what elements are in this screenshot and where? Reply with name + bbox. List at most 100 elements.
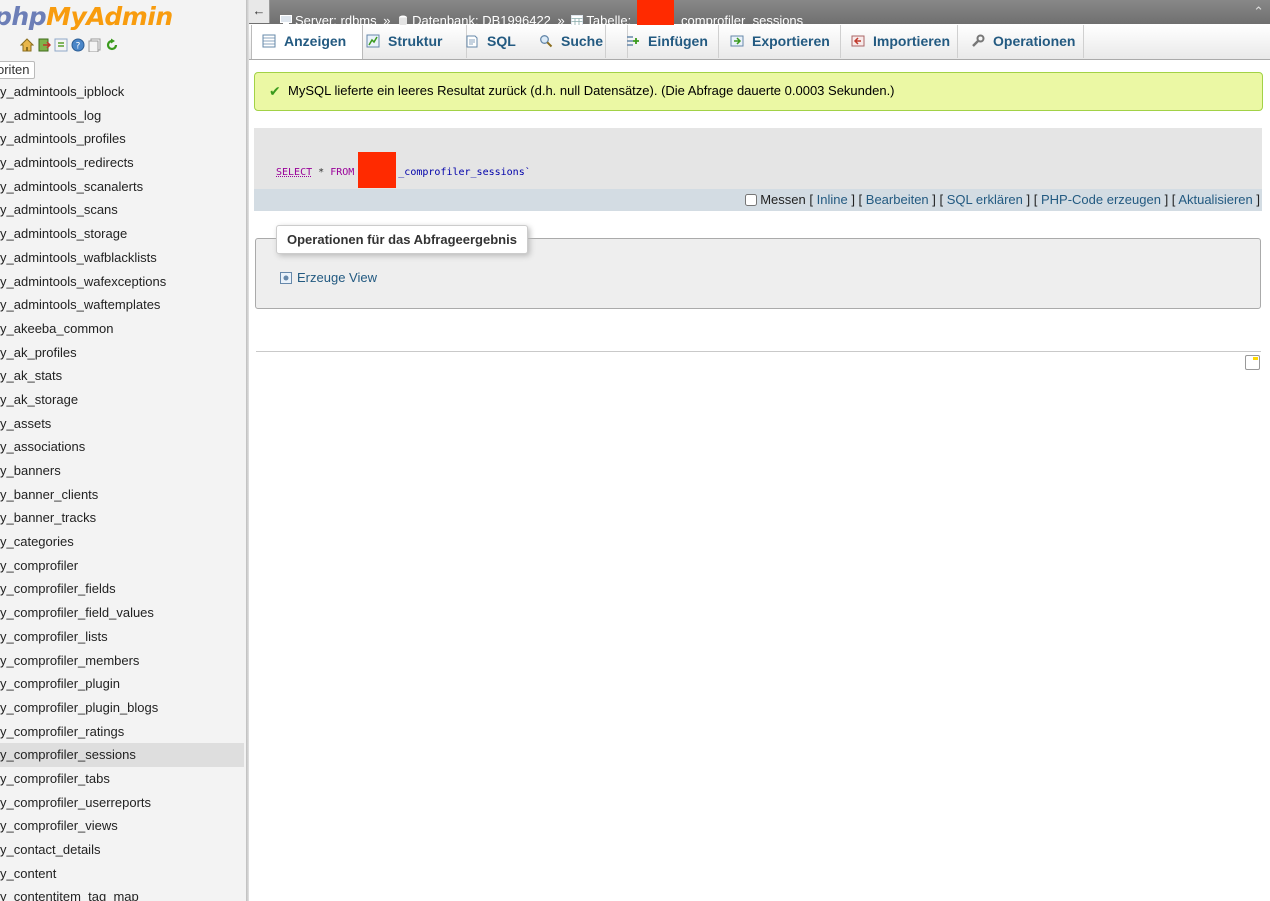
logout-icon[interactable] bbox=[37, 38, 51, 52]
logo-admin: Admin bbox=[86, 2, 173, 31]
nav-table-item[interactable]: y_admintools_wafexceptions bbox=[0, 270, 244, 294]
phpmyadmin-logo[interactable]: phpMyAdmin bbox=[0, 2, 173, 31]
inline-edit-link[interactable]: Inline bbox=[817, 192, 848, 207]
nav-table-item[interactable]: y_ak_stats bbox=[0, 364, 244, 388]
nav-table-item[interactable]: y_admintools_waftemplates bbox=[0, 293, 244, 317]
search-icon bbox=[540, 35, 553, 48]
nav-table-item[interactable]: y_ak_profiles bbox=[0, 341, 244, 365]
nav-table-item[interactable]: y_categories bbox=[0, 530, 244, 554]
bracket: ] [ bbox=[1026, 192, 1038, 207]
tab-search[interactable]: Suche bbox=[525, 25, 628, 58]
reload-icon[interactable] bbox=[105, 38, 119, 52]
nav-table-item[interactable]: y_admintools_redirects bbox=[0, 151, 244, 175]
nav-table-item[interactable]: y_comprofiler_plugin_blogs bbox=[0, 696, 244, 720]
nav-resizer[interactable] bbox=[246, 0, 249, 901]
nav-table-item[interactable]: y_comprofiler_plugin bbox=[0, 672, 244, 696]
docs-icon[interactable] bbox=[88, 38, 102, 52]
bracket: ] [ bbox=[932, 192, 944, 207]
tab-import[interactable]: Importieren bbox=[839, 25, 958, 58]
edit-query-link[interactable]: Bearbeiten bbox=[866, 192, 929, 207]
nav-table-item[interactable]: y_admintools_log bbox=[0, 104, 244, 128]
tab-label: Suche bbox=[561, 33, 604, 49]
tab-label: Einfügen bbox=[648, 33, 708, 49]
nav-table-item[interactable]: y_comprofiler bbox=[0, 554, 244, 578]
nav-table-item[interactable]: y_banner_clients bbox=[0, 483, 244, 507]
logo-my: My bbox=[46, 2, 87, 31]
favorites-button[interactable]: oriten bbox=[0, 61, 35, 79]
tab-label: SQL bbox=[487, 33, 516, 49]
console-icon[interactable] bbox=[1245, 355, 1260, 370]
collapse-topbar-icon[interactable]: ⌃ bbox=[1253, 4, 1264, 20]
nav-table-item[interactable]: y_contentitem_tag_map bbox=[0, 885, 244, 901]
nav-table-item[interactable]: y_comprofiler_field_values bbox=[0, 601, 244, 625]
collapse-nav-button[interactable]: ← bbox=[249, 0, 270, 23]
nav-table-item[interactable]: y_admintools_scans bbox=[0, 198, 244, 222]
nav-table-item[interactable]: y_comprofiler_fields bbox=[0, 577, 244, 601]
check-icon: ✔ bbox=[269, 83, 281, 99]
wrench-icon bbox=[972, 34, 985, 47]
explain-sql-link[interactable]: SQL erklären bbox=[947, 192, 1023, 207]
nav-table-item[interactable]: y_akeeba_common bbox=[0, 317, 244, 341]
tab-operations[interactable]: Operationen bbox=[959, 25, 1084, 58]
nav-table-item[interactable]: y_comprofiler_tabs bbox=[0, 767, 244, 791]
tab-label: Anzeigen bbox=[284, 33, 347, 49]
nav-table-item[interactable]: y_assets bbox=[0, 412, 244, 436]
svg-text:?: ? bbox=[76, 42, 81, 52]
nav-table-item[interactable]: y_associations bbox=[0, 435, 244, 459]
view-icon bbox=[280, 272, 292, 284]
nav-table-item[interactable]: y_ak_storage bbox=[0, 388, 244, 412]
create-view-link[interactable]: Erzeuge View bbox=[280, 270, 377, 285]
nav-table-item[interactable]: y_admintools_storage bbox=[0, 222, 244, 246]
tab-structure[interactable]: Struktur bbox=[352, 25, 467, 58]
bracket: [ bbox=[809, 192, 813, 207]
nav-table-item[interactable]: y_comprofiler_views bbox=[0, 814, 244, 838]
nav-icon-bar: ? bbox=[20, 38, 119, 52]
sql-table-name: _comprofiler_sessions` bbox=[398, 167, 531, 178]
export-icon bbox=[730, 35, 744, 47]
nav-table-item[interactable]: y_admintools_scanalerts bbox=[0, 175, 244, 199]
navigation-panel: phpMyAdmin ? oriten y_admintools_ipblock… bbox=[0, 0, 247, 901]
sql-keyword-from: FROM bbox=[330, 167, 355, 178]
sql-star: * bbox=[312, 167, 331, 178]
nav-table-item[interactable]: y_comprofiler_members bbox=[0, 649, 244, 673]
nav-table-item[interactable]: y_contact_details bbox=[0, 838, 244, 862]
home-icon[interactable] bbox=[20, 38, 34, 52]
nav-table-item[interactable]: y_content bbox=[0, 862, 244, 886]
query-window-icon[interactable] bbox=[54, 38, 68, 52]
bracket: ] [ bbox=[1164, 192, 1176, 207]
bracket: ] [ bbox=[851, 192, 863, 207]
tab-bar: Anzeigen Struktur SQL Suche Einfügen Exp… bbox=[249, 25, 1270, 60]
sql-keyword-select[interactable]: SELECT bbox=[276, 167, 312, 178]
measure-checkbox[interactable] bbox=[745, 194, 758, 206]
sql-icon bbox=[466, 35, 478, 48]
breadcrumb: Server: rdbms » Datenbank: DB1996422 » T… bbox=[280, 0, 803, 39]
tab-browse[interactable]: Anzeigen bbox=[251, 25, 363, 59]
nav-table-item[interactable]: y_comprofiler_sessions bbox=[0, 743, 244, 767]
nav-table-item[interactable]: y_comprofiler_userreports bbox=[0, 791, 244, 815]
tab-export[interactable]: Exportieren bbox=[718, 25, 841, 58]
divider bbox=[256, 351, 1261, 352]
help-icon[interactable]: ? bbox=[71, 38, 85, 52]
create-php-code-link[interactable]: PHP-Code erzeugen bbox=[1041, 192, 1161, 207]
logo-php: php bbox=[0, 2, 47, 31]
nav-table-item[interactable]: y_admintools_wafblacklists bbox=[0, 246, 244, 270]
measure-label: Messen bbox=[760, 192, 806, 207]
browse-icon bbox=[262, 34, 276, 48]
refresh-link[interactable]: Aktualisieren bbox=[1178, 192, 1252, 207]
sql-action-links: Messen [ Inline ] [ Bearbeiten ] [ SQL e… bbox=[745, 189, 1260, 211]
tab-label: Exportieren bbox=[752, 33, 830, 49]
tab-label: Importieren bbox=[873, 33, 951, 49]
tab-label: Operationen bbox=[993, 33, 1076, 49]
success-text: MySQL lieferte ein leeres Resultat zurüc… bbox=[288, 83, 895, 98]
nav-table-item[interactable]: y_comprofiler_ratings bbox=[0, 720, 244, 744]
sql-query-code[interactable]: SELECT * FROM _comprofiler_sessions` bbox=[276, 152, 531, 188]
redacted-table-prefix bbox=[358, 152, 397, 188]
import-icon bbox=[851, 35, 865, 47]
nav-table-item[interactable]: y_comprofiler_lists bbox=[0, 625, 244, 649]
nav-table-item[interactable]: y_admintools_ipblock bbox=[0, 80, 244, 104]
tab-insert[interactable]: Einfügen bbox=[614, 25, 719, 58]
nav-table-item[interactable]: y_banners bbox=[0, 459, 244, 483]
nav-table-item[interactable]: y_banner_tracks bbox=[0, 506, 244, 530]
insert-icon bbox=[627, 36, 639, 46]
nav-table-item[interactable]: y_admintools_profiles bbox=[0, 127, 244, 151]
